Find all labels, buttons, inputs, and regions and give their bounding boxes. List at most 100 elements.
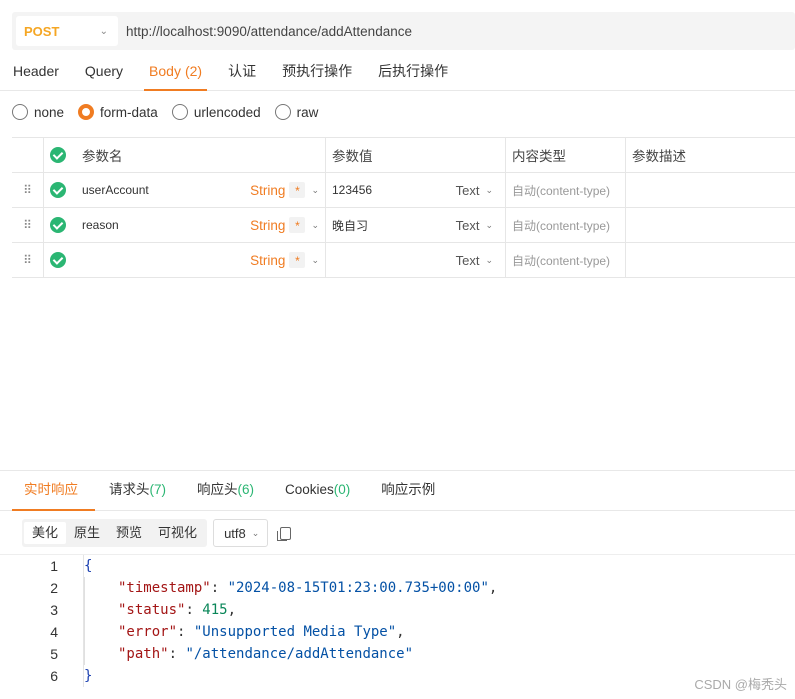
- code-gutter: [60, 621, 84, 643]
- content-type-cell[interactable]: 自动(content-type): [506, 173, 626, 207]
- required-toggle[interactable]: *: [289, 182, 306, 198]
- tab-cookies[interactable]: Cookies(0): [273, 471, 367, 510]
- header-name: 参数名: [72, 138, 326, 172]
- view-raw-button[interactable]: 原生: [66, 522, 108, 544]
- chevron-down-icon: ⌄: [251, 527, 260, 538]
- content-type: 自动(content-type): [512, 218, 611, 233]
- tab-response-examples[interactable]: 响应示例: [369, 471, 452, 510]
- param-value-cell[interactable]: 晚自习 Text ⌄: [326, 208, 506, 242]
- line-number: 5: [50, 646, 58, 662]
- line-number: 6: [50, 668, 58, 684]
- method-select[interactable]: POST ⌄: [16, 16, 118, 46]
- select-all-checkbox[interactable]: [44, 138, 72, 172]
- required-toggle[interactable]: *: [289, 252, 306, 268]
- indent-guide: [84, 643, 118, 665]
- indent-guide: [84, 621, 118, 643]
- param-name-cell[interactable]: reason String * ⌄: [72, 208, 326, 242]
- value-type-select[interactable]: Text ⌄: [456, 218, 493, 233]
- tab-auth[interactable]: 认证: [215, 54, 269, 90]
- row-checkbox[interactable]: [44, 208, 72, 242]
- drag-handle-icon[interactable]: ⠿: [12, 208, 44, 242]
- drag-handle-icon[interactable]: ⠿: [12, 173, 44, 207]
- indent-guide: [84, 577, 118, 599]
- param-value: 123456: [332, 183, 373, 197]
- value-type: Text: [455, 252, 480, 268]
- row-checkbox[interactable]: [44, 243, 72, 277]
- drag-column-header: [12, 138, 44, 172]
- table-row: ⠿ String * ⌄ Text ⌄ 自动(content-type): [12, 243, 795, 278]
- param-desc-cell[interactable]: [626, 243, 795, 277]
- tab-count: (6): [237, 482, 255, 497]
- radio-urlencoded[interactable]: urlencoded: [171, 104, 261, 120]
- method-label: POST: [24, 23, 60, 39]
- code-gutter: [60, 643, 84, 665]
- code-gutter: [60, 599, 84, 621]
- tab-count: (7): [149, 482, 167, 497]
- required-toggle[interactable]: *: [289, 217, 306, 233]
- row-checkbox[interactable]: [44, 173, 72, 207]
- radio-label: none: [34, 104, 65, 120]
- tab-query[interactable]: Query: [72, 54, 136, 90]
- code-gutter: [60, 555, 84, 577]
- tab-response-headers[interactable]: 响应头(6): [185, 471, 271, 510]
- code-line: 5 "path": "/attendance/addAttendance": [0, 643, 795, 665]
- drag-handle-icon[interactable]: ⠿: [12, 243, 44, 277]
- header-value: 参数值: [326, 138, 506, 172]
- json-open-brace: {: [84, 558, 93, 574]
- param-name: reason: [82, 218, 119, 232]
- param-desc-cell[interactable]: [626, 208, 795, 242]
- code-line: 1 {: [0, 555, 795, 577]
- tab-label: Query: [84, 63, 124, 79]
- tab-label: 认证: [228, 63, 257, 79]
- content-type-cell[interactable]: 自动(content-type): [506, 208, 626, 242]
- check-circle-icon: [50, 252, 66, 268]
- param-type: String: [250, 252, 286, 268]
- view-preview-button[interactable]: 预览: [108, 522, 150, 544]
- tab-request-headers[interactable]: 请求头(7): [97, 471, 183, 510]
- response-view-bar: 美化 原生 预览 可视化 utf8 ⌄: [22, 519, 292, 547]
- encoding-select[interactable]: utf8 ⌄: [213, 519, 269, 547]
- header-content-type: 内容类型: [506, 138, 626, 172]
- json-value: 415: [202, 602, 228, 618]
- request-tabs: Header Query Body (2) 认证 预执行操作 后执行操作: [0, 54, 795, 91]
- response-tabs: 实时响应 请求头(7) 响应头(6) Cookies(0) 响应示例: [0, 470, 795, 511]
- body-type-group: none form-data urlencoded raw: [12, 104, 332, 120]
- table-row: ⠿ reason String * ⌄ 晚自习 Text ⌄ 自动(content-t…: [12, 208, 795, 243]
- radio-raw[interactable]: raw: [274, 104, 318, 120]
- tab-pre-script[interactable]: 预执行操作: [269, 54, 365, 90]
- value-type-select[interactable]: Text ⌄: [456, 253, 493, 268]
- param-name-cell[interactable]: userAccount String * ⌄: [72, 173, 326, 207]
- tab-label: 后执行操作: [378, 63, 449, 79]
- param-type-select[interactable]: String * ⌄: [250, 182, 319, 198]
- tab-post-script[interactable]: 后执行操作: [365, 54, 461, 90]
- tab-body[interactable]: Body (2): [136, 54, 215, 91]
- value-type-select[interactable]: Text ⌄: [456, 183, 493, 198]
- param-type: String: [250, 182, 286, 198]
- url-bar: POST ⌄ http://localhost:9090/attendance/…: [12, 12, 795, 50]
- radio-form-data[interactable]: form-data: [78, 104, 158, 120]
- url-input[interactable]: http://localhost:9090/attendance/addAtte…: [126, 24, 412, 39]
- table-header-row: 参数名 参数值 内容类型 参数描述: [12, 138, 795, 173]
- param-value-cell[interactable]: 123456 Text ⌄: [326, 173, 506, 207]
- tab-header[interactable]: Header: [0, 54, 72, 90]
- chevron-down-icon: ⌄: [311, 254, 319, 265]
- content-type: 自动(content-type): [512, 253, 611, 268]
- tab-live-response[interactable]: 实时响应: [12, 471, 95, 511]
- param-name-cell[interactable]: String * ⌄: [72, 243, 326, 277]
- param-type-select[interactable]: String * ⌄: [250, 217, 319, 233]
- param-type-select[interactable]: String * ⌄: [250, 252, 319, 268]
- param-desc-cell[interactable]: [626, 173, 795, 207]
- chevron-down-icon: ⌄: [311, 184, 319, 195]
- copy-icon[interactable]: [277, 526, 292, 541]
- tab-label: Header: [13, 63, 59, 79]
- param-name: userAccount: [82, 183, 149, 197]
- json-key: "status": [118, 602, 186, 618]
- param-value-cell[interactable]: Text ⌄: [326, 243, 506, 277]
- table-row: ⠿ userAccount String * ⌄ 123456 Text ⌄ 自动(c…: [12, 173, 795, 208]
- content-type-cell[interactable]: 自动(content-type): [506, 243, 626, 277]
- radio-none[interactable]: none: [12, 104, 64, 120]
- tab-label: Body: [149, 63, 181, 79]
- view-pretty-button[interactable]: 美化: [24, 522, 67, 544]
- view-visualize-button[interactable]: 可视化: [150, 522, 205, 544]
- radio-label: form-data: [100, 104, 158, 120]
